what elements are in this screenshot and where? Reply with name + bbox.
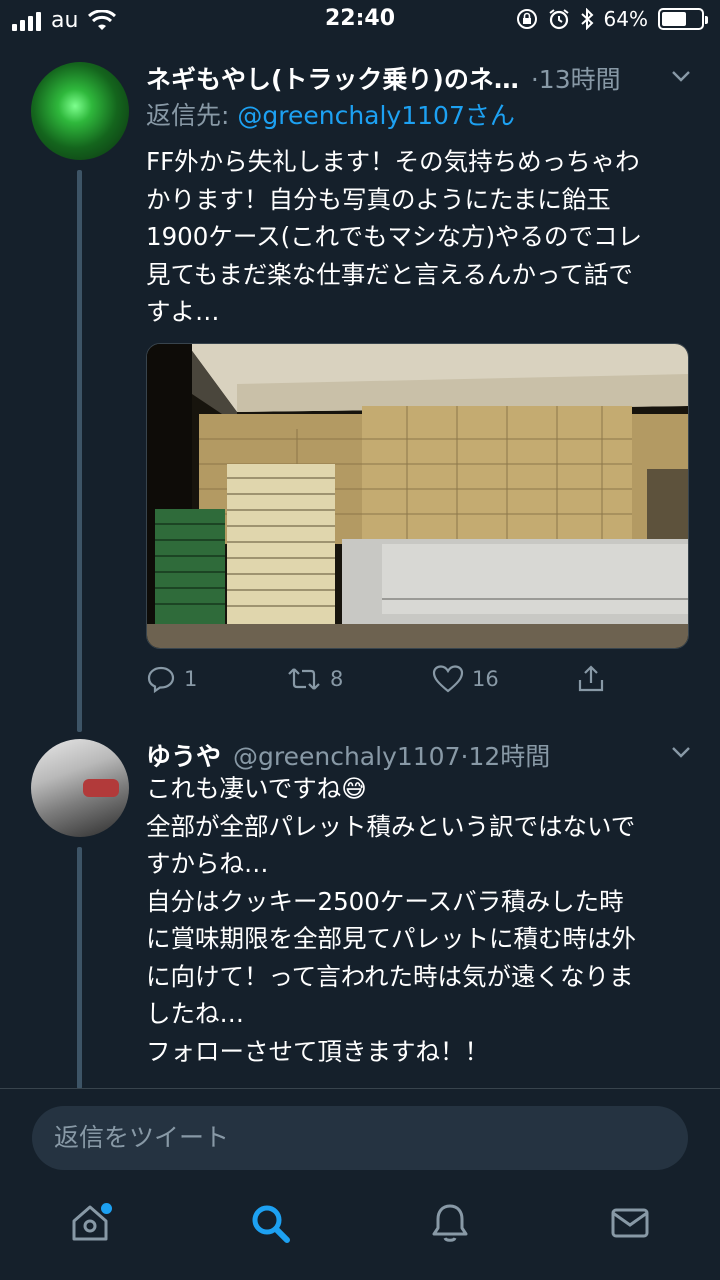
reply-input[interactable]: 返信をツイート [32, 1106, 688, 1170]
display-name[interactable]: ゆうや [146, 737, 221, 773]
alarm-icon [548, 9, 569, 30]
warehouse-photo [147, 344, 688, 648]
reply-icon [147, 666, 175, 694]
avatar[interactable] [31, 739, 129, 837]
thread-line [77, 170, 82, 732]
retweet-action[interactable]: 8 [286, 664, 343, 694]
reply-to: 返信先: @greenchaly1107さん [146, 96, 515, 132]
messages-icon [611, 1208, 649, 1238]
tweet-header: ネギもやし(トラック乗り)のネ… ·13時間 [146, 60, 621, 96]
heart-icon [432, 665, 464, 693]
tweet-time: ·12時間 [460, 742, 551, 771]
search-icon [252, 1205, 290, 1243]
retweet-icon [288, 668, 320, 690]
user-handle[interactable]: @greenchaly1107 [233, 742, 460, 771]
status-bar: au 22:40 64% [0, 0, 720, 40]
thread-line [77, 847, 82, 1089]
battery-percent: 64% [603, 7, 648, 31]
like-action[interactable]: 16 [432, 664, 499, 694]
tweet-text: FF外から失礼します！その気持ちめっちゃわ かります！自分も写真のようにたまに飴… [146, 147, 643, 326]
reply-mention-link[interactable]: @greenchaly1107さん [237, 101, 514, 130]
reply-action[interactable]: 1 [146, 664, 197, 694]
share-action[interactable] [576, 664, 606, 694]
retweet-count: 8 [330, 667, 344, 691]
like-count: 16 [472, 667, 499, 691]
avatar[interactable] [31, 62, 129, 160]
chevron-down-icon[interactable] [670, 741, 692, 763]
tab-messages[interactable] [605, 1198, 655, 1248]
tab-notifications[interactable] [425, 1198, 475, 1248]
chevron-down-icon[interactable] [670, 65, 692, 87]
tweet-time: ·13時間 [530, 65, 621, 94]
tab-bar [0, 1186, 720, 1280]
notification-dot [101, 1203, 112, 1214]
tweet-header: ゆうや @greenchaly1107 ·12時間 [146, 737, 550, 773]
battery-icon [658, 8, 708, 30]
share-icon [578, 665, 604, 692]
tweet-actions: 1 8 16 [146, 664, 626, 700]
tweet-photo[interactable] [146, 343, 689, 649]
reply-count: 1 [184, 667, 198, 691]
tweet-text: これも凄いですね😅 全部が全部パレット積みという訳ではないで すからね… 自分は… [146, 774, 636, 1066]
notifications-icon [432, 1204, 468, 1242]
orientation-lock-icon [516, 9, 537, 29]
bluetooth-icon [580, 8, 593, 30]
tab-search[interactable] [245, 1198, 295, 1248]
reply-bar: 返信をツイート [0, 1088, 720, 1186]
reply-to-label: 返信先: [146, 101, 238, 130]
display-name[interactable]: ネギもやし(トラック乗り)のネ… [146, 60, 519, 96]
